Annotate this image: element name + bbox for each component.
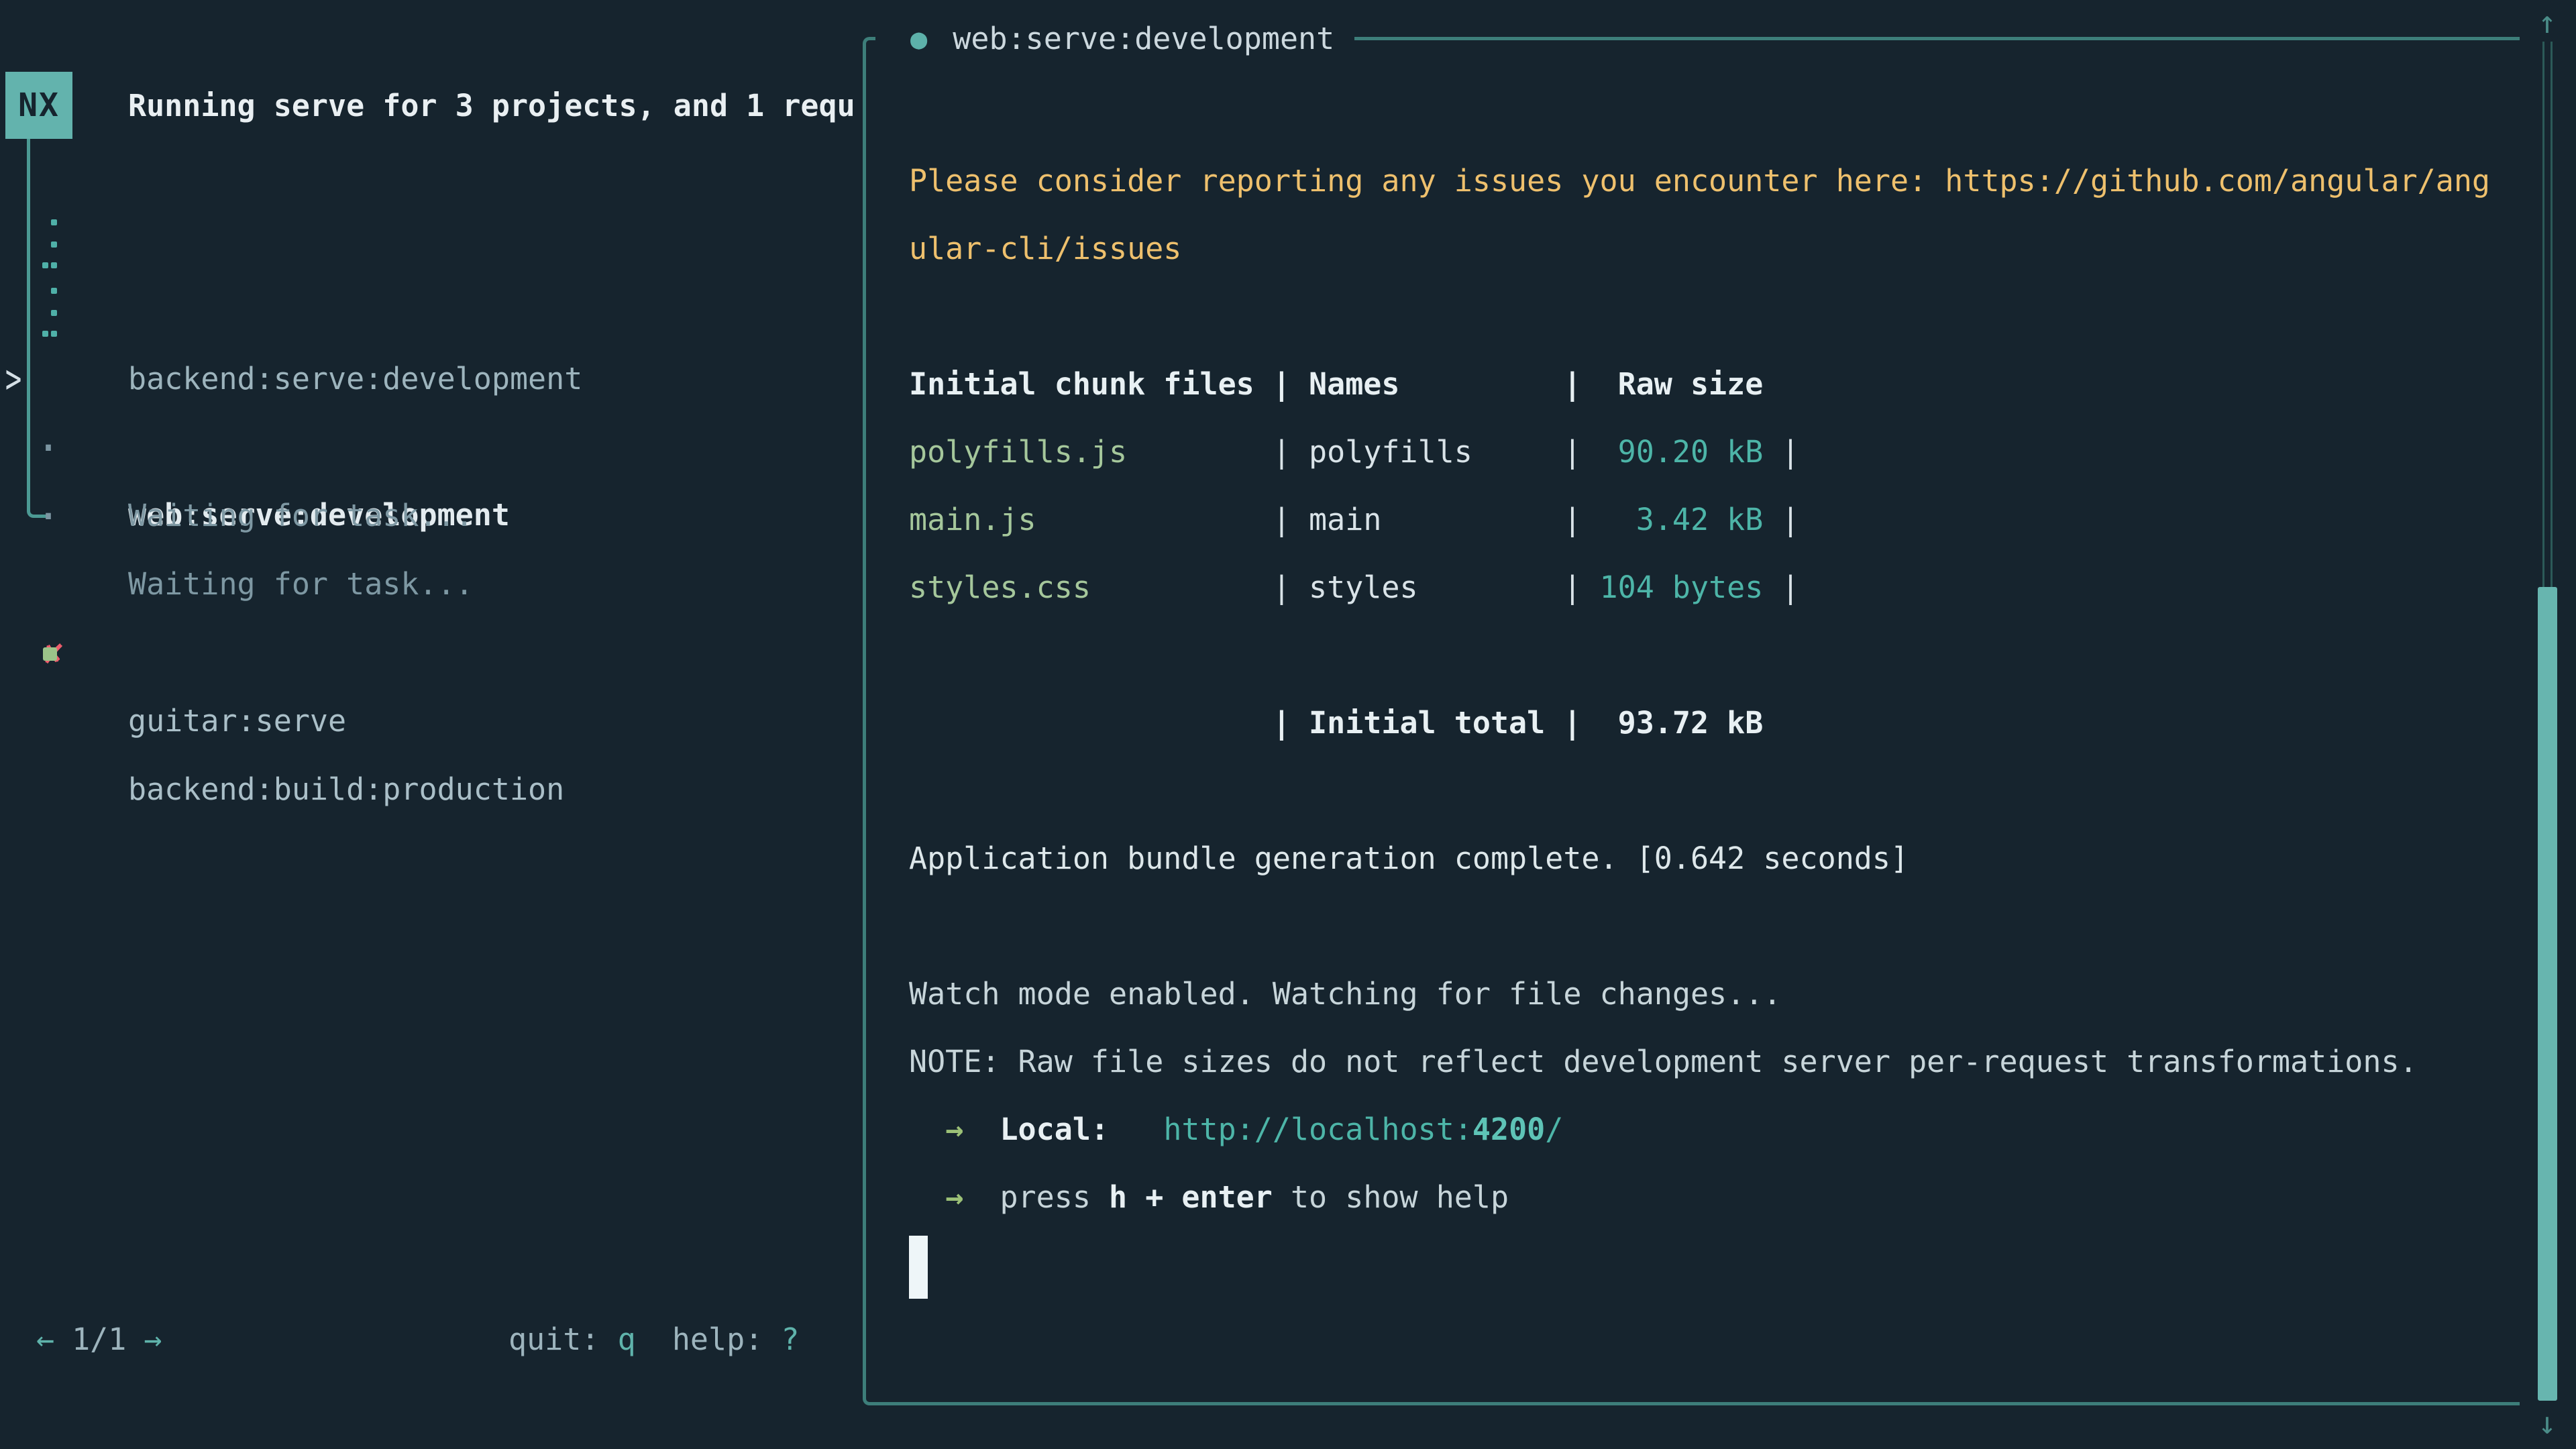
task-row-backend-build-succeeded[interactable]: backend:build:production <box>0 620 859 688</box>
blank-line <box>909 621 2513 689</box>
help-hint-line: → press h + enter to show help <box>909 1163 2513 1231</box>
blank-line <box>909 892 2513 960</box>
indent <box>963 1112 1000 1147</box>
chunk-table-header: Initial chunk files | Names | Raw size <box>909 350 2513 418</box>
chunk-size: 104 bytes <box>1581 570 1763 605</box>
localhost-url[interactable]: http://localhost: <box>1163 1112 1472 1147</box>
task-row-web-serve-selected[interactable]: > web:serve:development <box>0 278 859 345</box>
spinner-icon <box>43 278 63 345</box>
hint-separator <box>636 1322 672 1357</box>
task-row-waiting-1[interactable]: · Waiting for task... <box>0 346 859 414</box>
spinner-icon <box>43 209 63 277</box>
chunk-file: main.js <box>909 502 1036 537</box>
pager: ← 1/1 → <box>36 1305 162 1373</box>
keyboard-hints: quit: q help: ? <box>508 1305 800 1373</box>
bundle-complete-message: Application bundle generation complete. … <box>909 824 2513 892</box>
indent <box>909 1179 945 1215</box>
task-label: backend:build:production <box>128 755 564 823</box>
scrollbar-thumb[interactable] <box>2538 587 2557 1401</box>
page-prev-icon[interactable]: ← <box>36 1322 54 1357</box>
help-key: ? <box>781 1322 799 1357</box>
table-pipe: | <box>1763 570 1799 605</box>
task-row-waiting-2[interactable]: · Waiting for task... <box>0 415 859 482</box>
chunk-name-cell: | polyfills | <box>1127 434 1581 470</box>
page-next-icon[interactable]: → <box>144 1322 162 1357</box>
issue-notice-line-1: Please consider reporting any issues you… <box>909 147 2513 215</box>
chunk-name-cell: | styles | <box>1091 570 1582 605</box>
initial-total-row: | Initial total | 93.72 kB <box>909 689 2513 757</box>
arrow-right-icon: → <box>945 1112 963 1147</box>
chunk-file: styles.css <box>909 570 1091 605</box>
running-dot-icon: ● <box>910 22 927 55</box>
task-label: Waiting for task... <box>128 482 474 549</box>
terminal-output: Please consider reporting any issues you… <box>909 147 2513 1299</box>
task-row-guitar-serve-failed[interactable]: ✘ guitar:serve <box>0 551 859 619</box>
indent <box>963 1179 1000 1215</box>
issue-notice-line-2: ular-cli/issues <box>909 215 2513 282</box>
nx-logo: NX <box>5 72 72 139</box>
terminal-cursor <box>909 1236 928 1299</box>
pending-dot-icon: · <box>35 482 62 550</box>
run-summary-title: Running serve for 3 projects, and 1 requ <box>128 72 861 140</box>
chunk-size: 3.42 kB <box>1581 502 1763 537</box>
scroll-down-icon[interactable]: ↓ <box>2528 1401 2566 1445</box>
quit-hint-label: quit: <box>508 1322 618 1357</box>
task-label: guitar:serve <box>128 687 346 755</box>
success-square-icon <box>43 647 57 661</box>
chunk-name-cell: | main | <box>1036 502 1582 537</box>
cursor-line <box>909 1231 2513 1299</box>
help-hint-label: help: <box>672 1322 782 1357</box>
watch-mode-message: Watch mode enabled. Watching for file ch… <box>909 960 2513 1028</box>
chunk-file: polyfills.js <box>909 434 1127 470</box>
localhost-port[interactable]: 4200 <box>1472 1112 1545 1147</box>
arrow-right-icon: → <box>945 1179 963 1215</box>
local-url-line: → Local: http://localhost:4200/ <box>909 1095 2513 1163</box>
quit-key: q <box>618 1322 636 1357</box>
nx-terminal-ui: NX Running serve for 3 projects, and 1 r… <box>0 0 2576 1449</box>
blank-line <box>909 282 2513 350</box>
table-pipe: | <box>1763 434 1799 470</box>
chunk-size: 90.20 kB <box>1581 434 1763 470</box>
table-pipe: | <box>1763 502 1799 537</box>
indent <box>1109 1112 1163 1147</box>
chunk-table-row: polyfills.js | polyfills | 90.20 kB | <box>909 418 2513 486</box>
blank-line <box>909 757 2513 824</box>
local-label: Local: <box>1000 1112 1109 1147</box>
task-row-backend-serve[interactable]: backend:serve:development <box>0 209 859 277</box>
chunk-table-row: main.js | main | 3.42 kB | <box>909 486 2513 553</box>
scroll-up-icon[interactable]: ↑ <box>2528 0 2566 44</box>
output-panel-title-text: web:serve:development <box>953 21 1334 56</box>
indent <box>909 1112 945 1147</box>
output-panel-title: ● web:serve:development <box>875 5 1354 72</box>
localhost-url-slash[interactable]: / <box>1545 1112 1563 1147</box>
help-text-before: press <box>1000 1179 1109 1215</box>
output-panel: ● web:serve:development Please consider … <box>863 37 2520 1405</box>
chunk-table-row: styles.css | styles | 104 bytes | <box>909 553 2513 621</box>
raw-size-note: NOTE: Raw file sizes do not reflect deve… <box>909 1028 2513 1095</box>
page-indicator: 1/1 <box>72 1322 126 1357</box>
help-keys: h + enter <box>1109 1179 1273 1215</box>
help-text-after: to show help <box>1273 1179 1509 1215</box>
